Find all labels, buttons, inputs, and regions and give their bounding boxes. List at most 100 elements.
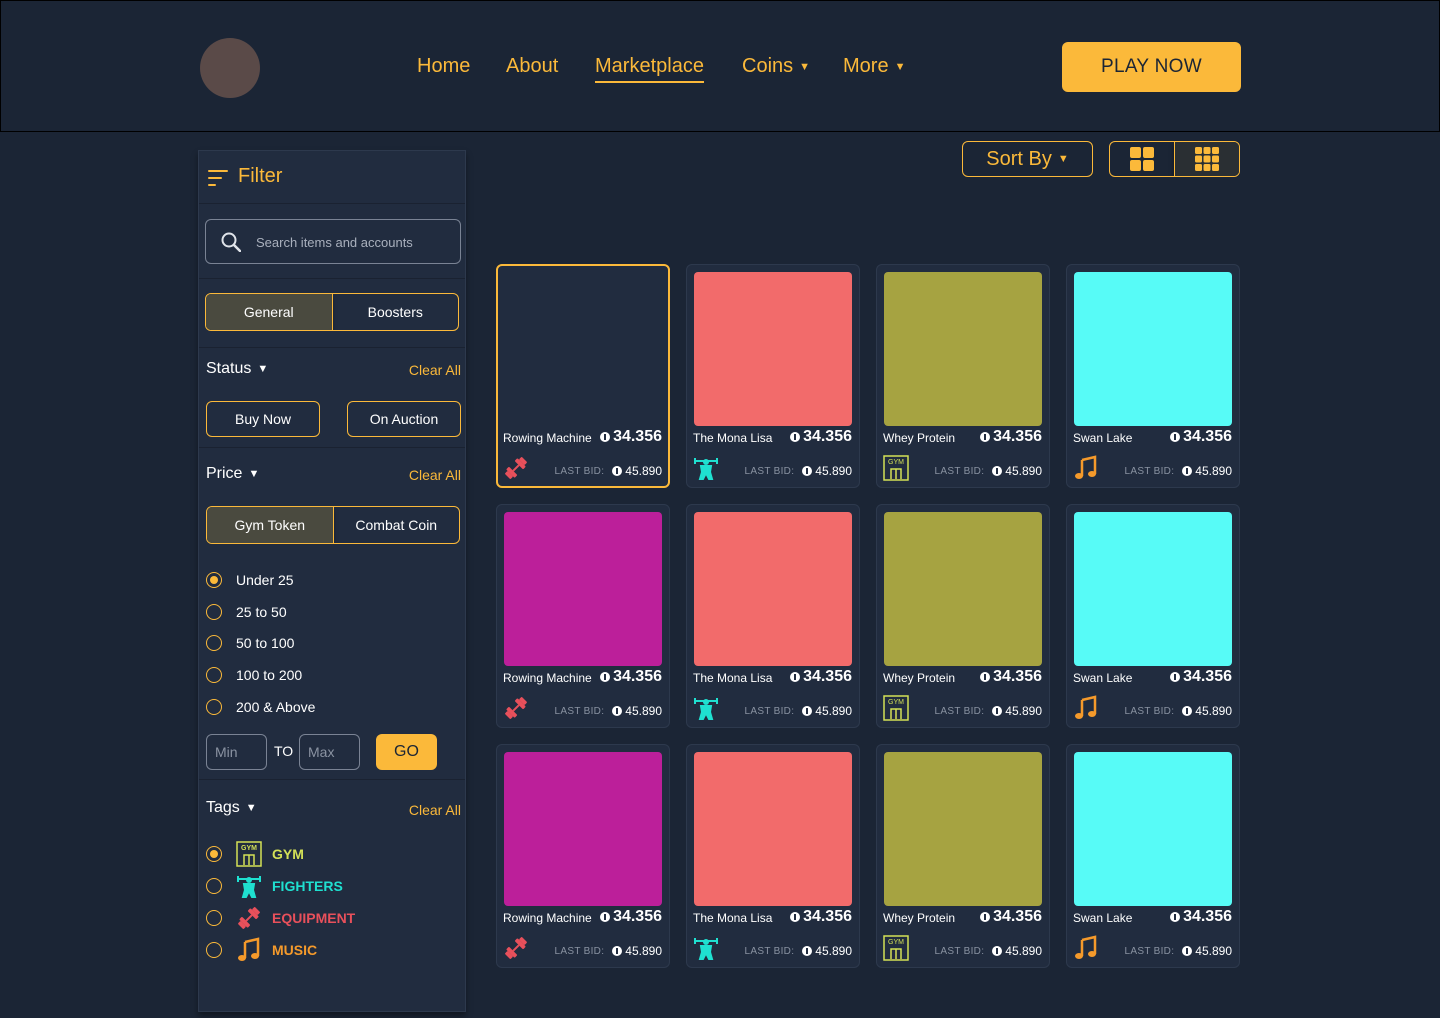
item-card[interactable]: Whey Protein 34.356 GYM LAST BID: 45.890 [876, 264, 1050, 488]
radio-button[interactable] [206, 635, 222, 651]
status-label[interactable]: Status ▼ [206, 360, 268, 378]
fighter-icon [236, 873, 262, 899]
item-price: 34.356 [1170, 908, 1232, 926]
svg-text:GYM: GYM [888, 939, 904, 946]
radio-button[interactable] [206, 572, 222, 588]
tab-general[interactable]: General [206, 294, 332, 330]
min-price-input[interactable] [206, 734, 267, 770]
tags-clear-all[interactable]: Clear All [409, 802, 461, 818]
radio-button[interactable] [206, 942, 222, 958]
radio-button[interactable] [206, 878, 222, 894]
status-clear-all[interactable]: Clear All [409, 362, 461, 378]
tag-fighters[interactable]: FIGHTERS [206, 873, 343, 899]
radio-button[interactable] [206, 846, 222, 862]
tags-label[interactable]: Tags ▼ [206, 799, 257, 817]
music-note-icon [1073, 935, 1099, 961]
dumbbell-icon [503, 455, 529, 481]
sort-by-dropdown[interactable]: Sort By ▼ [962, 141, 1093, 177]
coin-icon [1182, 466, 1193, 476]
go-button[interactable]: GO [376, 734, 437, 770]
fighter-icon [693, 455, 719, 481]
price-range-option[interactable]: 25 to 50 [206, 604, 287, 620]
item-card[interactable]: Swan Lake 34.356 LAST BID: 45.890 [1066, 264, 1240, 488]
item-card[interactable]: Swan Lake 34.356 LAST BID: 45.890 [1066, 744, 1240, 968]
price-label[interactable]: Price ▼ [206, 465, 259, 483]
price-range-option[interactable]: 100 to 200 [206, 667, 302, 683]
coin-icon [1170, 912, 1181, 922]
item-last-bid: LAST BID: 45.890 [744, 704, 852, 718]
caret-down-icon: ▼ [257, 362, 269, 375]
tab-gym-token[interactable]: Gym Token [207, 507, 333, 543]
nav-about[interactable]: About [506, 55, 558, 78]
search-input[interactable] [256, 230, 446, 254]
to-label: TO [274, 743, 294, 759]
nav-more[interactable]: More ▼ [843, 55, 905, 78]
item-card[interactable]: The Mona Lisa 34.356 LAST BID: 45.890 [686, 264, 860, 488]
price-range-option[interactable]: 50 to 100 [206, 635, 294, 651]
item-card[interactable]: Rowing Machine 34.356 LAST BID: 45.890 [496, 264, 670, 488]
item-card[interactable]: Rowing Machine 34.356 LAST BID: 45.890 [496, 744, 670, 968]
coin-icon [992, 466, 1003, 476]
tag-gym[interactable]: GYM GYM [206, 841, 304, 867]
nav-home[interactable]: Home [417, 55, 470, 78]
item-last-bid: LAST BID: 45.890 [1124, 944, 1232, 958]
item-price: 34.356 [980, 428, 1042, 446]
coin-icon [980, 432, 991, 442]
avatar[interactable] [200, 38, 260, 98]
item-price: 34.356 [790, 668, 852, 686]
filter-title: Filter [238, 165, 283, 187]
large-grid-view-button[interactable] [1110, 142, 1174, 176]
item-card[interactable]: Swan Lake 34.356 LAST BID: 45.890 [1066, 504, 1240, 728]
item-last-bid: LAST BID: 45.890 [554, 944, 662, 958]
small-grid-view-button[interactable] [1174, 142, 1239, 176]
search-icon [221, 232, 241, 252]
item-last-bid: LAST BID: 45.890 [554, 704, 662, 718]
filter-sidebar: Filter General Boosters Status▼ Clear Al… [198, 150, 466, 1012]
item-last-bid: LAST BID: 45.890 [934, 704, 1042, 718]
tab-combat-coin[interactable]: Combat Coin [332, 507, 460, 543]
item-card[interactable]: The Mona Lisa 34.356 LAST BID: 45.890 [686, 744, 860, 968]
play-now-button[interactable]: PLAY NOW [1062, 42, 1241, 92]
coin-icon [600, 672, 611, 682]
caret-down-icon: ▼ [245, 801, 257, 814]
coin-icon [1182, 946, 1193, 956]
radio-button[interactable] [206, 667, 222, 683]
item-price: 34.356 [980, 668, 1042, 686]
item-card[interactable]: Whey Protein 34.356 GYM LAST BID: 45.890 [876, 504, 1050, 728]
grid-2x2-icon [1130, 147, 1154, 171]
item-last-bid: LAST BID: 45.890 [1124, 704, 1232, 718]
price-clear-all[interactable]: Clear All [409, 467, 461, 483]
item-name: Swan Lake [1073, 671, 1133, 685]
nav-coins[interactable]: Coins ▼ [742, 55, 810, 78]
radio-button[interactable] [206, 699, 222, 715]
grid-3x3-icon [1195, 147, 1219, 171]
item-price: 34.356 [1170, 668, 1232, 686]
item-price: 34.356 [1170, 428, 1232, 446]
tag-music[interactable]: MUSIC [206, 937, 317, 963]
item-card[interactable]: Whey Protein 34.356 GYM LAST BID: 45.890 [876, 744, 1050, 968]
item-last-bid: LAST BID: 45.890 [744, 944, 852, 958]
item-card[interactable]: The Mona Lisa 34.356 LAST BID: 45.890 [686, 504, 860, 728]
item-name: Rowing Machine [503, 431, 592, 445]
caret-down-icon: ▼ [799, 60, 811, 73]
tag-equipment[interactable]: EQUIPMENT [206, 905, 355, 931]
price-range-option[interactable]: Under 25 [206, 572, 294, 588]
coin-icon [600, 912, 611, 922]
search-field[interactable] [205, 219, 461, 264]
buy-now-button[interactable]: Buy Now [206, 401, 320, 437]
item-price: 34.356 [790, 908, 852, 926]
coin-icon [1170, 672, 1181, 682]
on-auction-button[interactable]: On Auction [347, 401, 461, 437]
item-card[interactable]: Rowing Machine 34.356 LAST BID: 45.890 [496, 504, 670, 728]
category-tabs: General Boosters [205, 293, 459, 331]
item-name: Rowing Machine [503, 911, 592, 925]
max-price-input[interactable] [299, 734, 360, 770]
price-range-option[interactable]: 200 & Above [206, 699, 315, 715]
item-last-bid: LAST BID: 45.890 [1124, 464, 1232, 478]
tab-boosters[interactable]: Boosters [331, 294, 459, 330]
radio-button[interactable] [206, 910, 222, 926]
music-note-icon [1073, 455, 1099, 481]
nav-marketplace[interactable]: Marketplace [595, 55, 704, 83]
item-name: Whey Protein [883, 911, 956, 925]
radio-button[interactable] [206, 604, 222, 620]
